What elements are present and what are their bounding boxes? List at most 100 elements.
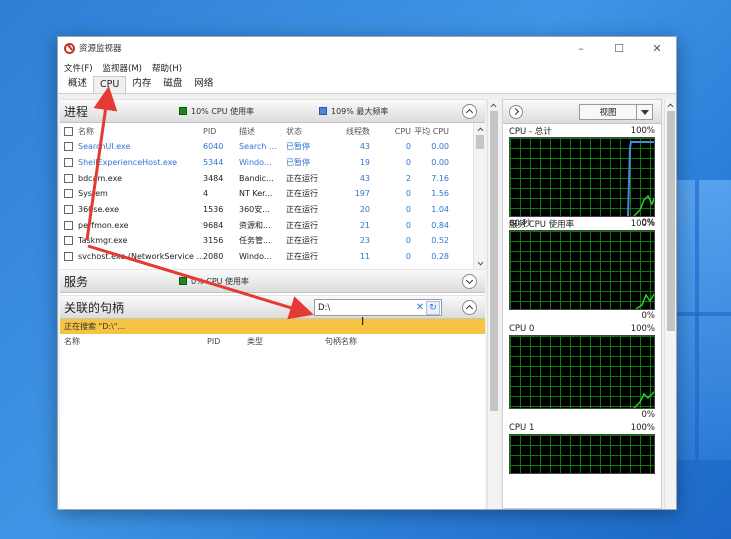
minimize-button[interactable]: – bbox=[562, 37, 600, 59]
graph-cpu-1: CPU 1 100% bbox=[503, 421, 661, 474]
scroll-up-icon[interactable] bbox=[665, 99, 676, 111]
process-avg: 0.84 bbox=[431, 220, 449, 230]
process-row[interactable]: 360se.exe 1536 360安... 正在运行 20 0 1.04 bbox=[60, 202, 485, 218]
tab-cpu[interactable]: CPU bbox=[93, 76, 127, 93]
view-dropdown[interactable]: 视图 bbox=[579, 104, 653, 120]
handles-search-input[interactable]: D:\ bbox=[318, 303, 414, 313]
process-checkbox[interactable] bbox=[64, 220, 73, 230]
process-name: SearchUI.exe bbox=[78, 142, 131, 152]
process-status: 正在运行 bbox=[286, 173, 318, 183]
resource-monitor-icon bbox=[64, 42, 75, 54]
graph-max: 100% bbox=[630, 218, 655, 229]
left-scroll-thumb[interactable] bbox=[490, 111, 498, 411]
handles-col-pid[interactable]: PID bbox=[207, 337, 247, 346]
process-name: svchost.exe (NetworkService ... bbox=[78, 252, 203, 262]
left-pane: 进程 10% CPU 使用率 109% 最大频率 名称 PID 描述 状态 线程… bbox=[60, 99, 485, 509]
process-threads: 23 bbox=[359, 236, 370, 246]
process-desc: 360安... bbox=[239, 205, 270, 215]
process-cpu: 0 bbox=[405, 220, 411, 230]
processes-table: 名称 PID 描述 状态 线程数 CPU 平均 CPU SearchUI.exe… bbox=[60, 123, 485, 269]
scroll-up-icon[interactable] bbox=[488, 99, 499, 111]
close-button[interactable]: ✕ bbox=[638, 37, 676, 59]
col-cpu[interactable]: CPU bbox=[370, 127, 411, 136]
process-threads: 19 bbox=[359, 158, 370, 168]
process-cpu: 0 bbox=[405, 205, 411, 215]
handles-header[interactable]: 关联的句柄 D:\ ✕ ↻ bbox=[60, 295, 485, 319]
services-cpu-usage: 0% CPU 使用率 bbox=[191, 276, 250, 286]
process-checkbox[interactable] bbox=[64, 189, 73, 199]
resource-monitor-window: 资源监视器 – ☐ ✕ 文件(F) 监视器(M) 帮助(H) 概述 CPU 内存… bbox=[57, 36, 677, 510]
processes-max-freq: 109% 最大频率 bbox=[331, 106, 389, 116]
tab-network[interactable]: 网络 bbox=[188, 76, 219, 93]
process-name: bdcam.exe bbox=[78, 173, 122, 183]
tab-bar: 概述 CPU 内存 磁盘 网络 bbox=[58, 76, 676, 94]
refresh-icon[interactable]: ↻ bbox=[426, 300, 440, 315]
handles-col-name[interactable]: 名称 bbox=[64, 336, 207, 347]
graph-title: 服务 CPU 使用率 bbox=[509, 219, 575, 230]
process-desc: 任务管... bbox=[239, 236, 271, 246]
col-threads[interactable]: 线程数 bbox=[333, 126, 370, 137]
process-pid: 3484 bbox=[203, 173, 224, 183]
col-desc[interactable]: 描述 bbox=[239, 126, 286, 137]
process-avg: 0.00 bbox=[431, 158, 449, 168]
process-checkbox[interactable] bbox=[64, 142, 73, 152]
scroll-thumb[interactable] bbox=[476, 135, 484, 149]
process-status: 正在运行 bbox=[286, 205, 318, 215]
handles-col-type[interactable]: 类型 bbox=[247, 336, 325, 347]
right-pane-scrollbar[interactable] bbox=[664, 99, 676, 509]
tab-memory[interactable]: 内存 bbox=[126, 76, 157, 93]
left-pane-scrollbar[interactable] bbox=[487, 99, 499, 509]
dropdown-arrow-icon[interactable] bbox=[636, 105, 652, 119]
process-row[interactable]: ShellExperienceHost.exe 5344 Windo... 已暂停 19… bbox=[60, 155, 485, 171]
collapse-graphs-button[interactable] bbox=[509, 104, 523, 119]
chevron-down-icon bbox=[465, 276, 474, 285]
process-row[interactable]: SearchUI.exe 6040 Search ... 已暂停 43 0 0.00 bbox=[60, 139, 485, 155]
select-all-checkbox[interactable] bbox=[64, 126, 73, 136]
handles-col-handle-name[interactable]: 句柄名称 bbox=[325, 336, 405, 347]
chevron-up-icon bbox=[465, 304, 474, 313]
title-bar: 资源监视器 – ☐ ✕ bbox=[58, 37, 676, 59]
process-row[interactable]: bdcam.exe 3484 Bandic... 正在运行 43 2 7.16 bbox=[60, 170, 485, 186]
col-name[interactable]: 名称 bbox=[78, 126, 94, 137]
cpu-0-graph bbox=[509, 335, 655, 409]
cpu-usage-swatch bbox=[179, 107, 187, 115]
process-checkbox[interactable] bbox=[64, 236, 73, 246]
handles-search-box[interactable]: D:\ ✕ ↻ bbox=[314, 299, 442, 316]
process-checkbox[interactable] bbox=[64, 173, 73, 183]
cpu-0-lines bbox=[633, 390, 654, 408]
process-row[interactable]: perfmon.exe 9684 资源和... 正在运行 21 0 0.84 bbox=[60, 217, 485, 233]
scroll-up-icon[interactable] bbox=[474, 123, 485, 135]
process-checkbox[interactable] bbox=[64, 252, 73, 262]
maximize-button[interactable]: ☐ bbox=[600, 37, 638, 59]
menu-monitor[interactable]: 监视器(M) bbox=[103, 62, 142, 74]
process-cpu: 0 bbox=[405, 236, 411, 246]
process-pid: 2080 bbox=[203, 252, 224, 262]
clear-search-icon[interactable]: ✕ bbox=[414, 302, 426, 313]
tab-disk[interactable]: 磁盘 bbox=[157, 76, 188, 93]
menu-help[interactable]: 帮助(H) bbox=[152, 62, 182, 74]
services-header[interactable]: 服务 0% CPU 使用率 bbox=[60, 269, 485, 293]
service-cpu-lines bbox=[635, 292, 654, 309]
process-threads: 43 bbox=[359, 142, 370, 152]
window-title: 资源监视器 bbox=[79, 44, 122, 54]
process-status: 正在运行 bbox=[286, 252, 318, 262]
processes-header[interactable]: 进程 10% CPU 使用率 109% 最大频率 bbox=[60, 99, 485, 123]
handles-collapse-button[interactable] bbox=[462, 300, 477, 315]
processes-scrollbar[interactable] bbox=[473, 123, 485, 269]
process-checkbox[interactable] bbox=[64, 205, 73, 215]
scroll-down-icon[interactable] bbox=[474, 257, 485, 269]
process-row[interactable]: svchost.exe (NetworkService ... 2080 Windo… bbox=[60, 249, 485, 265]
col-status[interactable]: 状态 bbox=[286, 126, 333, 137]
services-expand-button[interactable] bbox=[462, 274, 477, 289]
col-avg-cpu[interactable]: 平均 CPU bbox=[411, 126, 449, 137]
search-status-bar: 正在搜索 "D:\"... bbox=[60, 319, 485, 334]
process-pid: 6040 bbox=[203, 142, 224, 152]
process-row[interactable]: Taskmgr.exe 3156 任务管... 正在运行 23 0 0.52 bbox=[60, 233, 485, 249]
processes-collapse-button[interactable] bbox=[462, 104, 477, 119]
tab-overview[interactable]: 概述 bbox=[62, 76, 93, 93]
menu-file[interactable]: 文件(F) bbox=[64, 62, 93, 74]
process-checkbox[interactable] bbox=[64, 158, 73, 168]
process-row[interactable]: System 4 NT Ker... 正在运行 197 0 1.56 bbox=[60, 186, 485, 202]
right-scroll-thumb[interactable] bbox=[667, 111, 675, 331]
col-pid[interactable]: PID bbox=[203, 127, 239, 136]
